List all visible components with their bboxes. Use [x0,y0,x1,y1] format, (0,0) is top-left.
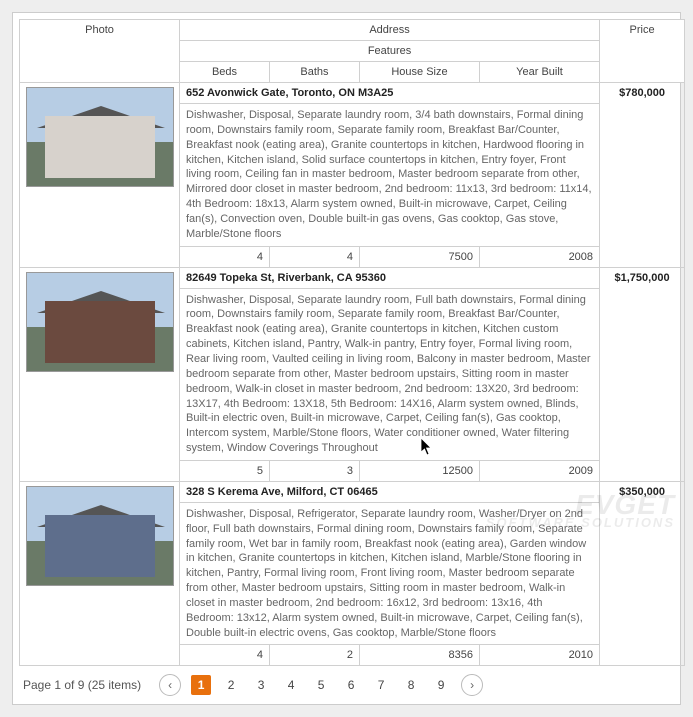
photo-cell[interactable] [20,481,180,666]
pager-page-1[interactable]: 1 [191,675,211,695]
col-beds[interactable]: Beds [180,62,270,83]
beds-cell: 4 [180,645,270,666]
address-cell: 82649 Topeka St, Riverbank, CA 95360 [180,267,600,288]
beds-cell: 4 [180,246,270,267]
col-year-built[interactable]: Year Built [480,62,600,83]
pager-page-9[interactable]: 9 [431,675,451,695]
year-built-cell: 2010 [480,645,600,666]
table-row[interactable]: 328 S Kerema Ave, Milford, CT 06465$350,… [20,481,685,502]
beds-cell: 5 [180,460,270,481]
table-row[interactable]: 652 Avonwick Gate, Toronto, ON M3A25$780… [20,83,685,104]
photo-cell[interactable] [20,267,180,481]
col-price[interactable]: Price [600,20,685,83]
baths-cell: 3 [270,460,360,481]
house-size-cell: 12500 [360,460,480,481]
pager-prev-button[interactable]: ‹ [159,674,181,696]
col-features[interactable]: Features [180,41,600,62]
price-cell: $350,000 [600,481,685,666]
year-built-cell: 2008 [480,246,600,267]
photo-cell[interactable] [20,83,180,268]
pager-page-3[interactable]: 3 [251,675,271,695]
description-cell: Dishwasher, Disposal, Separate laundry r… [180,104,600,247]
cursor-icon [420,438,434,456]
pager-page-2[interactable]: 2 [221,675,241,695]
house-size-cell: 8356 [360,645,480,666]
year-built-cell: 2009 [480,460,600,481]
pager-page-4[interactable]: 4 [281,675,301,695]
listings-table: Photo Address Price Features Beds Baths … [19,19,685,666]
description-cell: Dishwasher, Disposal, Separate laundry r… [180,288,600,460]
pager-page-7[interactable]: 7 [371,675,391,695]
house-image [26,272,174,372]
pager-page-6[interactable]: 6 [341,675,361,695]
price-cell: $780,000 [600,83,685,268]
address-cell: 328 S Kerema Ave, Milford, CT 06465 [180,481,600,502]
pager-page-8[interactable]: 8 [401,675,421,695]
pager-summary: Page 1 of 9 (25 items) [23,678,141,692]
house-size-cell: 7500 [360,246,480,267]
pager-next-button[interactable]: › [461,674,483,696]
pager: Page 1 of 9 (25 items) ‹ 123456789 › [19,666,674,698]
pager-page-5[interactable]: 5 [311,675,331,695]
col-address[interactable]: Address [180,20,600,41]
col-baths[interactable]: Baths [270,62,360,83]
house-image [26,486,174,586]
table-row[interactable]: 82649 Topeka St, Riverbank, CA 95360$1,7… [20,267,685,288]
baths-cell: 2 [270,645,360,666]
description-cell: Dishwasher, Disposal, Refrigerator, Sepa… [180,502,600,645]
house-image [26,87,174,187]
grid-panel: Photo Address Price Features Beds Baths … [12,12,681,705]
price-cell: $1,750,000 [600,267,685,481]
address-cell: 652 Avonwick Gate, Toronto, ON M3A25 [180,83,600,104]
col-photo[interactable]: Photo [20,20,180,83]
baths-cell: 4 [270,246,360,267]
table-header: Photo Address Price Features Beds Baths … [20,20,685,83]
col-house-size[interactable]: House Size [360,62,480,83]
